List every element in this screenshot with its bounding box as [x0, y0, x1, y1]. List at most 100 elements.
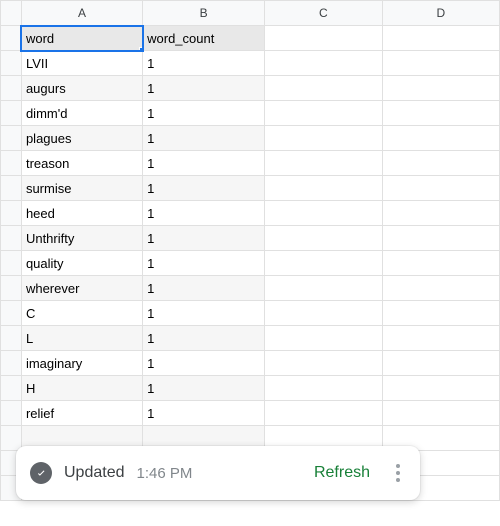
- cell[interactable]: 1: [143, 301, 265, 326]
- table-row: LVII1: [1, 51, 500, 76]
- row-header[interactable]: [1, 176, 22, 201]
- cell[interactable]: 1: [143, 126, 265, 151]
- table-row: L1: [1, 326, 500, 351]
- more-options-icon[interactable]: [390, 458, 406, 488]
- cell[interactable]: [382, 176, 499, 201]
- cell[interactable]: 1: [143, 201, 265, 226]
- cell[interactable]: [265, 51, 382, 76]
- cell[interactable]: Unthrifty: [21, 226, 142, 251]
- cell-b1[interactable]: word_count: [143, 26, 265, 51]
- cell[interactable]: treason: [21, 151, 142, 176]
- cell[interactable]: 1: [143, 226, 265, 251]
- cell[interactable]: [265, 326, 382, 351]
- row-header[interactable]: [1, 26, 22, 51]
- toast-status-text: Updated: [64, 464, 125, 482]
- row-header[interactable]: [1, 201, 22, 226]
- header-data-row: word word_count: [1, 26, 500, 51]
- row-header[interactable]: [1, 251, 22, 276]
- cell[interactable]: augurs: [21, 76, 142, 101]
- cell[interactable]: [265, 101, 382, 126]
- cell[interactable]: 1: [143, 351, 265, 376]
- cell[interactable]: [382, 251, 499, 276]
- cell[interactable]: [382, 376, 499, 401]
- cell[interactable]: [382, 76, 499, 101]
- table-row: wherever1: [1, 276, 500, 301]
- cell[interactable]: [265, 126, 382, 151]
- column-header-b[interactable]: B: [143, 1, 265, 26]
- cell[interactable]: H: [21, 376, 142, 401]
- row-header[interactable]: [1, 376, 22, 401]
- cell[interactable]: [382, 101, 499, 126]
- cell[interactable]: wherever: [21, 276, 142, 301]
- cell[interactable]: [265, 376, 382, 401]
- cell[interactable]: [265, 26, 382, 51]
- cell[interactable]: [382, 26, 499, 51]
- row-header[interactable]: [1, 426, 22, 451]
- cell[interactable]: LVII: [21, 51, 142, 76]
- row-header[interactable]: [1, 326, 22, 351]
- cell[interactable]: [265, 176, 382, 201]
- cell[interactable]: [265, 276, 382, 301]
- cell-a1-selected[interactable]: word: [21, 26, 142, 51]
- row-header[interactable]: [1, 301, 22, 326]
- row-header[interactable]: [1, 226, 22, 251]
- cell[interactable]: 1: [143, 326, 265, 351]
- cell[interactable]: [265, 351, 382, 376]
- row-header[interactable]: [1, 126, 22, 151]
- column-header-d[interactable]: D: [382, 1, 499, 26]
- cell[interactable]: 1: [143, 76, 265, 101]
- row-header[interactable]: [1, 351, 22, 376]
- cell[interactable]: relief: [21, 401, 142, 426]
- cell[interactable]: imaginary: [21, 351, 142, 376]
- cell[interactable]: heed: [21, 201, 142, 226]
- cell[interactable]: [265, 401, 382, 426]
- cell[interactable]: 1: [143, 276, 265, 301]
- cell[interactable]: [382, 301, 499, 326]
- cell[interactable]: [382, 151, 499, 176]
- row-header[interactable]: [1, 101, 22, 126]
- cell[interactable]: L: [21, 326, 142, 351]
- column-header-a[interactable]: A: [21, 1, 142, 26]
- selection-handle[interactable]: [139, 47, 143, 51]
- cell[interactable]: [382, 201, 499, 226]
- row-header[interactable]: [1, 51, 22, 76]
- row-header[interactable]: [1, 76, 22, 101]
- cell[interactable]: 1: [143, 151, 265, 176]
- cell[interactable]: 1: [143, 51, 265, 76]
- table-row: imaginary1: [1, 351, 500, 376]
- select-all-corner[interactable]: [1, 1, 22, 26]
- row-header[interactable]: [1, 276, 22, 301]
- column-header-c[interactable]: C: [265, 1, 382, 26]
- cell[interactable]: [265, 251, 382, 276]
- cell[interactable]: [382, 401, 499, 426]
- cell[interactable]: C: [21, 301, 142, 326]
- cell[interactable]: dimm'd: [21, 101, 142, 126]
- cell[interactable]: [382, 51, 499, 76]
- cell[interactable]: 1: [143, 176, 265, 201]
- cell[interactable]: [265, 76, 382, 101]
- row-header[interactable]: [1, 401, 22, 426]
- table-row: heed1: [1, 201, 500, 226]
- row-header[interactable]: [1, 151, 22, 176]
- cell[interactable]: [382, 126, 499, 151]
- cell[interactable]: [265, 226, 382, 251]
- cell[interactable]: quality: [21, 251, 142, 276]
- check-icon: [30, 462, 52, 484]
- cell[interactable]: [382, 226, 499, 251]
- table-row: treason1: [1, 151, 500, 176]
- refresh-button[interactable]: Refresh: [314, 464, 370, 482]
- cell[interactable]: 1: [143, 101, 265, 126]
- cell[interactable]: plagues: [21, 126, 142, 151]
- table-row: C1: [1, 301, 500, 326]
- cell[interactable]: [265, 151, 382, 176]
- cell[interactable]: [265, 201, 382, 226]
- cell[interactable]: 1: [143, 401, 265, 426]
- cell[interactable]: [382, 276, 499, 301]
- cell[interactable]: [382, 351, 499, 376]
- cell[interactable]: 1: [143, 376, 265, 401]
- cell[interactable]: 1: [143, 251, 265, 276]
- cell[interactable]: [265, 301, 382, 326]
- cell[interactable]: [382, 326, 499, 351]
- cell[interactable]: surmise: [21, 176, 142, 201]
- spreadsheet-grid[interactable]: A B C D word word_count LVII1 augurs1 di…: [0, 0, 500, 501]
